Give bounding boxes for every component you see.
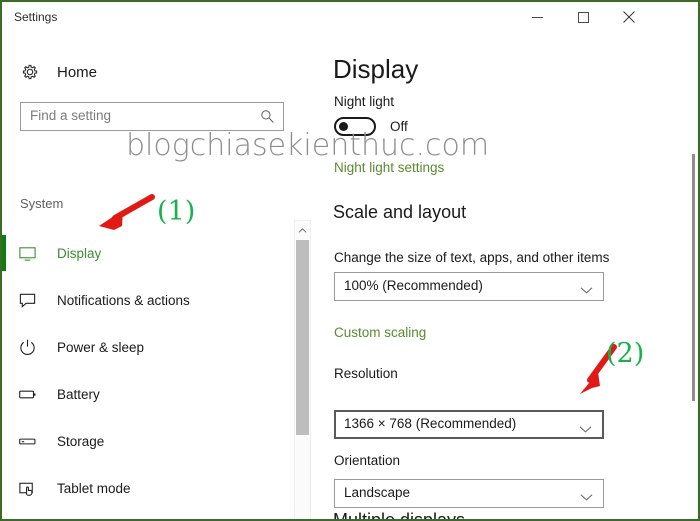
selection-accent-bar: [2, 517, 6, 519]
gear-icon: [20, 62, 40, 82]
sidebar-item-home[interactable]: Home: [20, 60, 97, 84]
sidebar-scrollbar[interactable]: [294, 220, 311, 519]
window-title: Settings: [14, 10, 58, 24]
selection-accent-bar: [2, 470, 6, 506]
page-title: Display: [333, 54, 419, 84]
search-placeholder: Find a setting: [30, 108, 112, 123]
sidebar-nav: Display Notifications & actions Power & …: [2, 230, 290, 519]
content-scrollbar[interactable]: [690, 32, 698, 519]
close-icon: [623, 11, 635, 23]
close-button[interactable]: [606, 2, 652, 32]
tablet-hand-icon: [18, 479, 40, 498]
orientation-dropdown[interactable]: Landscape: [334, 479, 604, 508]
battery-icon: [18, 385, 40, 404]
chevron-down-icon: [580, 282, 593, 300]
sidebar-item-label: Notifications & actions: [57, 293, 190, 308]
title-bar: Settings: [2, 2, 698, 32]
scale-dropdown[interactable]: 100% (Recommended): [334, 272, 604, 301]
search-icon: [260, 109, 275, 129]
scale-dropdown-value: 100% (Recommended): [344, 278, 483, 293]
maximize-icon: [577, 11, 589, 23]
maximize-button[interactable]: [560, 2, 606, 32]
sidebar-item-storage[interactable]: Storage: [2, 418, 290, 465]
sidebar-item-label: Storage: [57, 434, 105, 449]
sidebar-item-multitasking[interactable]: Multitasking: [2, 512, 290, 519]
custom-scaling-link[interactable]: Custom scaling: [334, 325, 426, 340]
sidebar-item-notifications-actions[interactable]: Notifications & actions: [2, 277, 290, 324]
selection-accent-bar: [2, 329, 6, 365]
sidebar-item-battery[interactable]: Battery: [2, 371, 290, 418]
content-pane: Display Night light Off Night light sett…: [320, 32, 698, 521]
sidebar: Home Find a setting System Display Notif…: [2, 32, 320, 519]
selection-accent-bar: [2, 235, 6, 271]
search-input[interactable]: Find a setting: [20, 102, 284, 131]
resolution-label: Resolution: [334, 366, 398, 381]
sidebar-scrollbar-thumb[interactable]: [296, 240, 309, 435]
orientation-label: Orientation: [334, 453, 401, 468]
sidebar-home-label: Home: [57, 63, 98, 81]
sidebar-item-label: Tablet mode: [57, 481, 131, 496]
chat-bubble-icon: [18, 291, 40, 310]
selection-accent-bar: [2, 282, 6, 318]
sidebar-item-tablet-mode[interactable]: Tablet mode: [2, 465, 290, 512]
chevron-down-icon: [579, 421, 592, 439]
power-icon: [18, 338, 40, 357]
resolution-dropdown[interactable]: 1366 × 768 (Recommended): [334, 410, 604, 439]
selection-accent-bar: [2, 423, 6, 459]
sidebar-item-label: Battery: [57, 387, 100, 402]
chevron-up-icon[interactable]: [295, 222, 310, 238]
night-light-label: Night light: [334, 94, 395, 109]
settings-window: Settings Home Find a setting System Disp…: [0, 0, 700, 521]
sidebar-item-label: Display: [57, 246, 102, 261]
minimize-icon: [531, 16, 543, 18]
sidebar-item-power-sleep[interactable]: Power & sleep: [2, 324, 290, 371]
content-scrollbar-thumb[interactable]: [692, 154, 695, 401]
scale-description: Change the size of text, apps, and other…: [334, 250, 610, 265]
chevron-down-icon: [580, 489, 593, 507]
monitor-icon: [18, 244, 40, 263]
scale-and-layout-heading: Scale and layout: [333, 202, 467, 222]
drive-icon: [18, 432, 40, 451]
sidebar-item-display[interactable]: Display: [2, 230, 290, 277]
watermark: blogchiasekienthuc.com: [126, 128, 490, 163]
resolution-dropdown-value: 1366 × 768 (Recommended): [344, 416, 517, 431]
sidebar-group-title: System: [20, 196, 64, 211]
multiple-displays-heading: Multiple displays: [333, 510, 466, 521]
orientation-dropdown-value: Landscape: [344, 485, 411, 500]
selection-accent-bar: [2, 376, 6, 412]
minimize-button[interactable]: [514, 2, 560, 32]
sidebar-item-label: Power & sleep: [57, 340, 145, 355]
